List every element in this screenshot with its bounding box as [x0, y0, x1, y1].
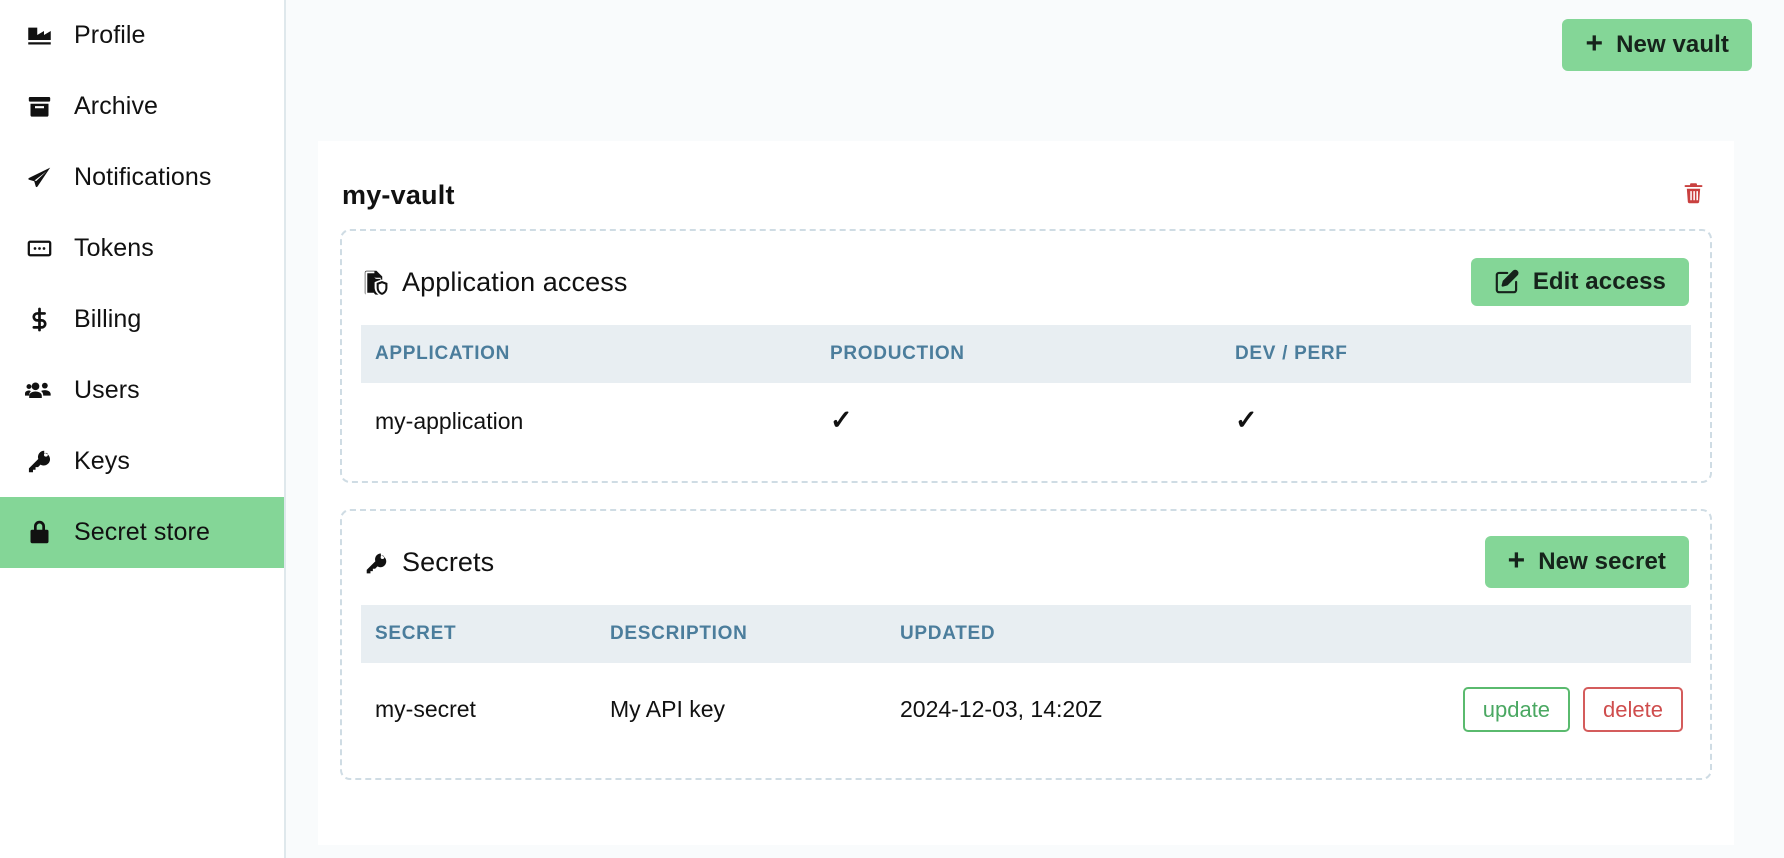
table-header-row: SECRET DESCRIPTION UPDATED	[361, 605, 1691, 663]
vault-title: my-vault	[342, 179, 455, 210]
delete-vault-button[interactable]	[1677, 177, 1710, 213]
key-icon	[363, 549, 389, 577]
vault-header: my-vault	[340, 161, 1712, 229]
paper-plane-icon	[25, 164, 53, 192]
users-group-icon	[25, 377, 53, 405]
application-access-title: Application access	[363, 267, 627, 298]
row-action-group: update delete	[1370, 687, 1691, 733]
plus-icon: +	[1585, 27, 1604, 60]
app-root: Profile Archive Notifications Tokens Bil…	[0, 0, 1784, 858]
dollar-sign-icon	[25, 306, 53, 334]
table-header-row: APPLICATION PRODUCTION DEV / PERF	[361, 325, 1691, 383]
secrets-header: Secrets + New secret	[361, 529, 1691, 595]
table-row: my-secret My API key 2024-12-03, 14:20Z …	[361, 663, 1691, 756]
archive-box-icon	[25, 93, 53, 121]
secrets-table: SECRET DESCRIPTION UPDATED my-secret My …	[361, 605, 1691, 756]
sidebar-item-label: Billing	[74, 305, 142, 333]
sidebar-item-label: Users	[74, 376, 140, 404]
application-access-title-text: Application access	[402, 266, 628, 297]
application-access-table: APPLICATION PRODUCTION DEV / PERF my-app…	[361, 325, 1691, 459]
column-header-dev-perf: DEV / PERF	[1235, 343, 1348, 364]
edit-access-button[interactable]: Edit access	[1470, 258, 1689, 306]
column-header-production: PRODUCTION	[830, 343, 965, 364]
token-card-icon	[25, 235, 53, 263]
column-header-secret: SECRET	[375, 623, 457, 644]
topbar: + New vault	[286, 0, 1784, 141]
cell-secret-actions: update delete	[1356, 663, 1691, 756]
new-secret-button-label: New secret	[1538, 548, 1666, 575]
vault-card: my-vault Application access Edit access …	[318, 141, 1734, 845]
sidebar: Profile Archive Notifications Tokens Bil…	[0, 0, 286, 858]
sidebar-item-label: Secret store	[74, 518, 210, 546]
check-icon: ✓	[830, 405, 853, 435]
table-row: my-application ✓ ✓	[361, 383, 1691, 459]
new-vault-button[interactable]: + New vault	[1562, 19, 1752, 71]
column-header-description: DESCRIPTION	[610, 623, 748, 644]
cell-secret-name: my-secret	[375, 696, 476, 723]
cell-secret-updated: 2024-12-03, 14:20Z	[900, 696, 1103, 723]
sidebar-item-label: Keys	[74, 447, 130, 475]
secrets-title: Secrets	[363, 547, 494, 578]
secrets-title-text: Secrets	[402, 546, 495, 577]
application-access-panel: Application access Edit access APPLICATI…	[340, 229, 1712, 483]
sidebar-item-label: Archive	[74, 92, 159, 120]
application-access-header: Application access Edit access	[361, 249, 1691, 315]
trash-icon	[1681, 181, 1706, 209]
column-header-updated: UPDATED	[900, 623, 996, 644]
sidebar-item-label: Tokens	[74, 234, 154, 262]
main-content: + New vault my-vault Application access …	[286, 0, 1784, 858]
key-icon	[25, 448, 53, 476]
file-shield-icon	[363, 269, 389, 297]
sidebar-item-secret-store[interactable]: Secret store	[0, 497, 284, 568]
factory-icon	[25, 22, 53, 50]
column-header-actions	[1356, 605, 1691, 663]
sidebar-item-archive[interactable]: Archive	[0, 71, 284, 142]
column-header-application: APPLICATION	[375, 343, 511, 364]
pencil-square-icon	[1494, 269, 1520, 295]
secrets-panel: Secrets + New secret SECRET DESCRIPTION …	[340, 509, 1712, 781]
cell-dev-perf-check: ✓	[1221, 383, 1691, 459]
sidebar-item-label: Notifications	[74, 163, 212, 191]
new-vault-button-label: New vault	[1616, 31, 1729, 58]
new-secret-button[interactable]: + New secret	[1484, 536, 1689, 588]
cell-application-name: my-application	[375, 407, 524, 434]
sidebar-item-label: Profile	[74, 21, 146, 49]
cell-production-check: ✓	[816, 383, 1221, 459]
sidebar-item-users[interactable]: Users	[0, 355, 284, 426]
lock-icon	[25, 519, 53, 547]
edit-access-button-label: Edit access	[1532, 268, 1666, 295]
cell-secret-description: My API key	[610, 696, 726, 723]
delete-secret-button[interactable]: delete	[1583, 687, 1683, 733]
check-icon: ✓	[1235, 405, 1258, 435]
sidebar-item-billing[interactable]: Billing	[0, 284, 284, 355]
sidebar-item-tokens[interactable]: Tokens	[0, 213, 284, 284]
sidebar-item-profile[interactable]: Profile	[0, 0, 284, 71]
sidebar-item-keys[interactable]: Keys	[0, 426, 284, 497]
sidebar-item-notifications[interactable]: Notifications	[0, 142, 284, 213]
update-secret-button[interactable]: update	[1462, 687, 1571, 733]
plus-icon: +	[1507, 544, 1526, 577]
